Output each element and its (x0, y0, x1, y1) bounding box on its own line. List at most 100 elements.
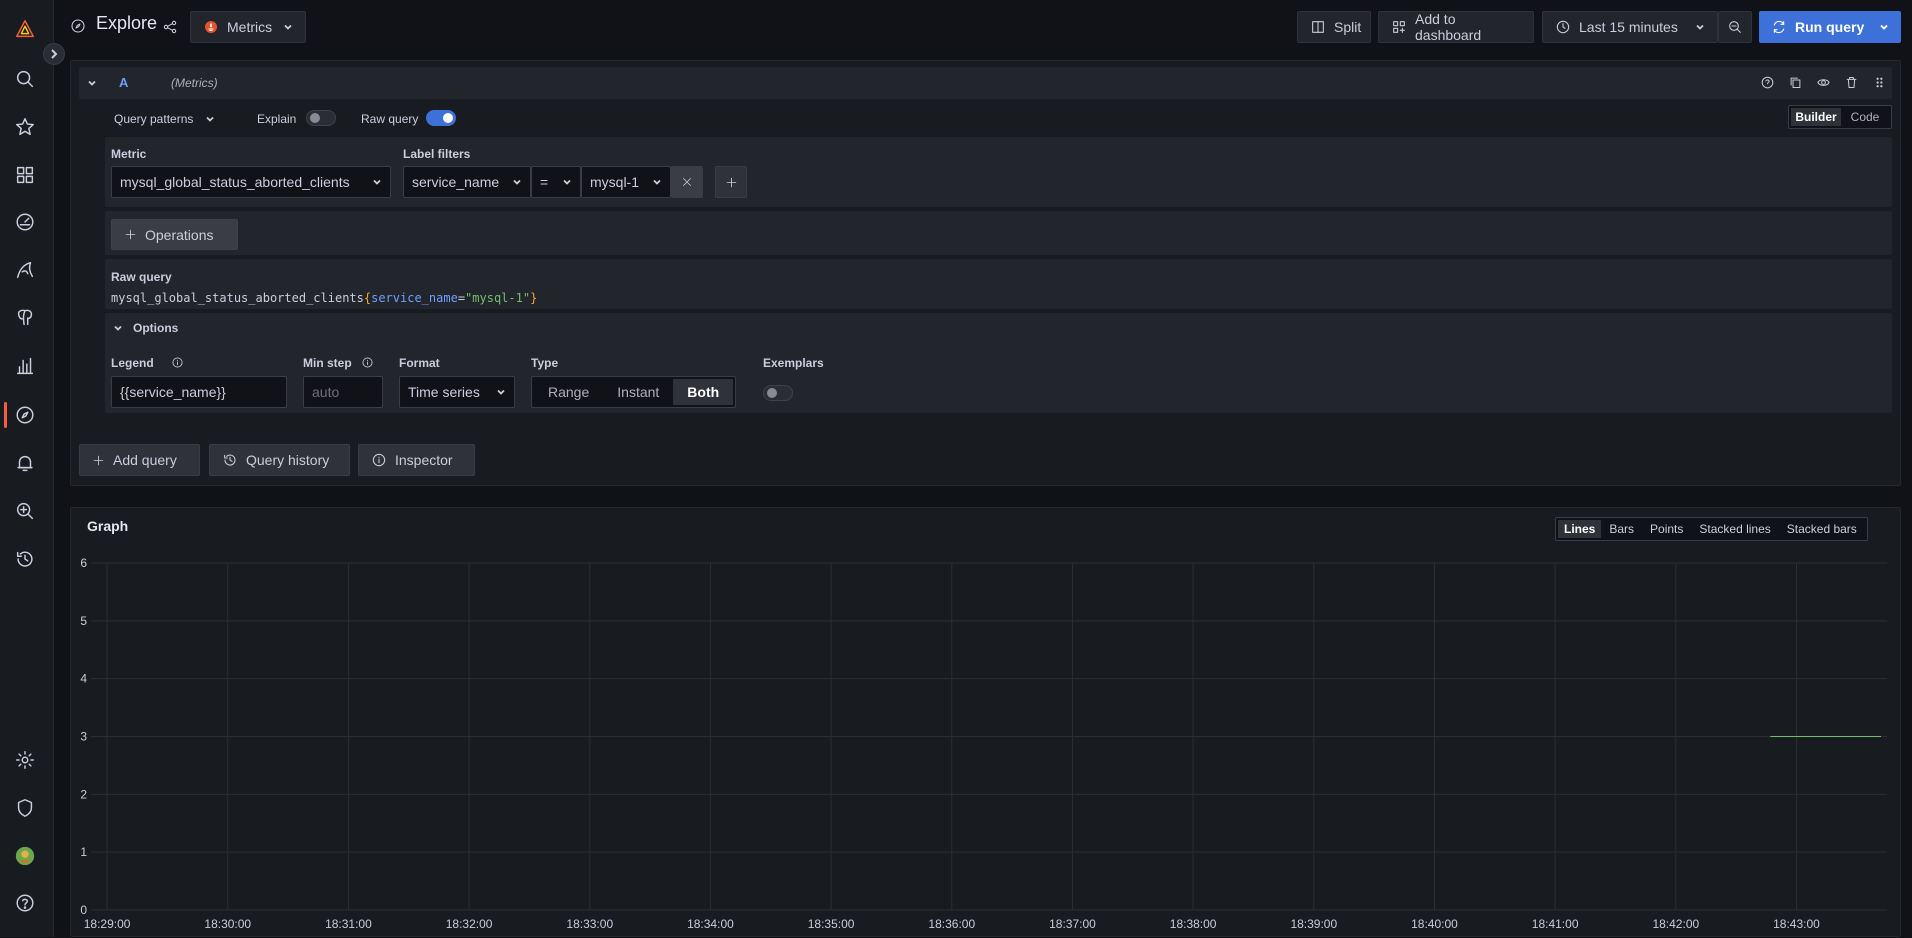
history-icon[interactable] (12, 546, 38, 572)
help-icon[interactable] (12, 890, 38, 916)
inspector-button[interactable]: Inspector (358, 444, 475, 476)
plus-icon (125, 229, 136, 240)
type-range-option[interactable]: Range (534, 379, 603, 405)
legend-input[interactable]: {{service_name}} (111, 376, 287, 408)
chevron-down-icon (513, 179, 521, 185)
remove-filter-button[interactable] (671, 166, 703, 198)
run-query-label: Run query (1795, 19, 1865, 35)
y-tick-label: 4 (80, 672, 87, 686)
operations-label: Operations (145, 226, 214, 243)
filter-operator-value: = (540, 174, 549, 190)
trash-icon[interactable] (1844, 75, 1859, 90)
x-tick-label: 18:29:00 (84, 917, 131, 931)
bell-icon[interactable] (12, 450, 38, 476)
raw-query-toggle-label: Raw query (361, 112, 419, 126)
split-icon (1312, 21, 1324, 33)
expand-sidebar-button[interactable] (43, 43, 65, 65)
inspector-label: Inspector (395, 452, 453, 468)
chevron-down-icon (373, 179, 381, 185)
info-icon (372, 453, 386, 467)
label-filter-value-select[interactable]: mysql-1 (581, 166, 671, 198)
label-filter-operator-select[interactable]: = (531, 166, 581, 198)
view-bars-option[interactable]: Bars (1601, 520, 1642, 538)
query-history-button[interactable]: Query history (209, 444, 350, 476)
run-query-button[interactable]: Run query (1759, 11, 1901, 43)
gauge-icon[interactable] (12, 209, 38, 235)
filter-value: mysql-1 (590, 174, 640, 190)
refresh-icon (1773, 20, 1785, 34)
explain-toggle[interactable] (306, 110, 336, 126)
help-icon[interactable] (1760, 75, 1775, 90)
raw-query-toggle[interactable] (426, 110, 456, 126)
view-stacked-bars-option[interactable]: Stacked bars (1779, 520, 1865, 538)
code-mode-button[interactable]: Code (1841, 108, 1889, 126)
avatar[interactable] (12, 843, 38, 869)
type-both-option[interactable]: Both (673, 379, 734, 405)
builder-mode-button[interactable]: Builder (1791, 108, 1841, 126)
operations-button[interactable]: Operations (111, 219, 238, 250)
x-tick-label: 18:37:00 (1049, 917, 1096, 931)
format-select[interactable]: Time series (399, 376, 515, 408)
datasource-picker[interactable]: Metrics (190, 11, 306, 43)
sidebar (0, 0, 65, 937)
view-stacked-lines-option[interactable]: Stacked lines (1691, 520, 1778, 538)
time-range-picker[interactable]: Last 15 minutes (1542, 11, 1718, 43)
bar-chart-icon[interactable] (12, 353, 38, 379)
eye-icon[interactable] (1816, 75, 1831, 90)
chevron-down-icon (206, 116, 215, 122)
exemplars-toggle[interactable] (763, 385, 793, 401)
active-indicator (4, 402, 7, 428)
mysql-dolphin-icon[interactable] (12, 257, 38, 283)
shield-icon[interactable] (12, 795, 38, 821)
options-label: Options (133, 321, 179, 335)
query-row-header: A (Metrics) (79, 67, 1892, 99)
clock-icon (1556, 20, 1570, 34)
zoom-out-button[interactable] (1718, 11, 1752, 43)
collapse-chevron-icon[interactable] (87, 78, 97, 88)
query-patterns-dropdown[interactable]: Query patterns (114, 109, 244, 129)
chevron-down-icon (114, 325, 122, 331)
filter-key-value: service_name (412, 174, 500, 190)
explore-compass-icon[interactable] (12, 402, 38, 428)
view-points-option[interactable]: Points (1642, 520, 1691, 538)
chevron-down-icon (563, 179, 571, 185)
type-label: Type (531, 356, 559, 370)
label-filter-key-select[interactable]: service_name (403, 166, 531, 198)
min-step-input[interactable]: auto (303, 376, 383, 408)
add-filter-button[interactable] (715, 166, 747, 198)
x-tick-label: 18:30:00 (204, 917, 251, 931)
add-to-dashboard-button[interactable]: Add to dashboard (1378, 11, 1534, 43)
postgresql-elephant-icon[interactable] (12, 305, 38, 331)
x-tick-label: 18:43:00 (1773, 917, 1820, 931)
options-toggle[interactable]: Options (113, 321, 178, 335)
type-instant-option[interactable]: Instant (603, 379, 673, 405)
time-series-chart[interactable]: 0 1 2 3 4 5 6 18:29:00 18:30:00 18:31:00 18:32:00 1… (71, 548, 1900, 938)
drag-handle-icon[interactable] (1872, 75, 1887, 90)
info-icon[interactable] (361, 356, 374, 369)
grafana-logo-icon[interactable] (12, 16, 38, 42)
y-tick-label: 2 (80, 787, 87, 801)
metric-value: mysql_global_status_aborted_clients (120, 174, 350, 190)
x-tick-label: 18:36:00 (928, 917, 975, 931)
chevron-down-icon (653, 179, 661, 185)
type-radio-group: Range Instant Both (531, 376, 737, 408)
graph-title: Graph (87, 518, 129, 534)
metric-select[interactable]: mysql_global_status_aborted_clients (111, 166, 391, 198)
x-tick-label: 18:35:00 (808, 917, 855, 931)
share-icon[interactable] (162, 19, 178, 35)
query-search-icon[interactable] (12, 498, 38, 524)
duplicate-icon[interactable] (1788, 75, 1803, 90)
split-button[interactable]: Split (1297, 11, 1371, 43)
view-lines-option[interactable]: Lines (1558, 520, 1602, 538)
plus-icon (93, 455, 104, 465)
star-icon[interactable] (12, 114, 38, 140)
query-patterns-label: Query patterns (114, 112, 194, 126)
search-icon[interactable] (12, 66, 38, 92)
y-tick-label: 3 (80, 730, 87, 744)
query-ref-id[interactable]: A (119, 75, 128, 90)
chevron-down-icon[interactable] (1879, 22, 1889, 32)
gear-icon[interactable] (12, 747, 38, 773)
dashboards-icon[interactable] (12, 162, 38, 188)
add-query-button[interactable]: Add query (79, 444, 200, 476)
info-icon[interactable] (171, 356, 184, 369)
